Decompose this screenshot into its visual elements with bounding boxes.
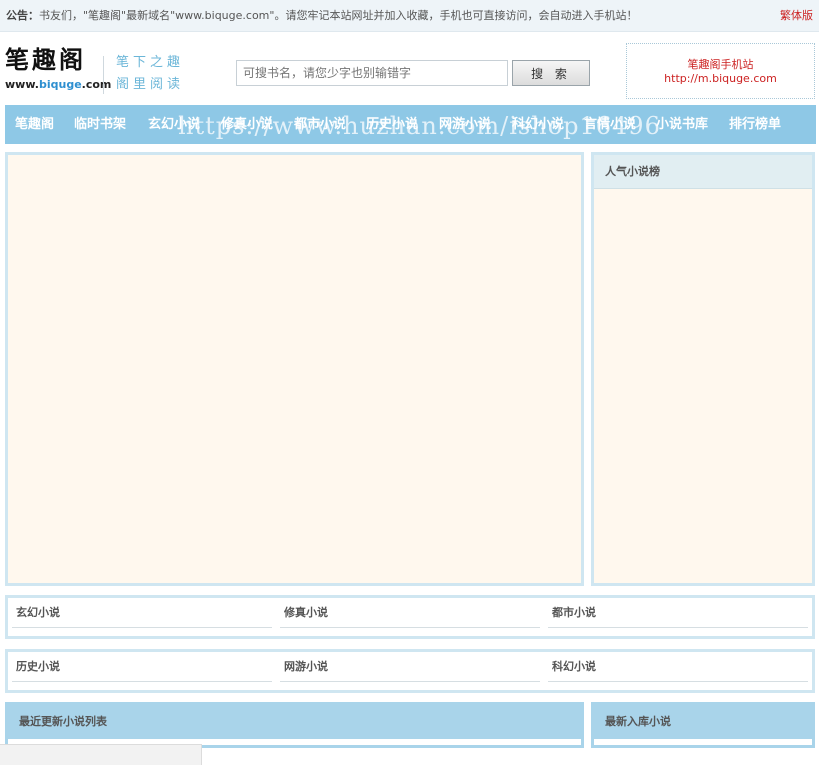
- category-xuanhuan[interactable]: 玄幻小说: [8, 598, 276, 636]
- browser-status-strip: [0, 744, 202, 765]
- recent-updates-title: 最近更新小说列表: [8, 705, 581, 739]
- mobile-site-url[interactable]: http://m.biquge.com: [627, 72, 814, 86]
- category-kehuan[interactable]: 科幻小说: [544, 652, 812, 690]
- mobile-site-title: 笔趣阁手机站: [687, 58, 754, 71]
- category-wangyou[interactable]: 网游小说: [276, 652, 544, 690]
- search-button[interactable]: 搜 索: [512, 60, 590, 86]
- nav-item-wangyou[interactable]: 网游小说: [439, 105, 491, 144]
- nav-item-yanqing[interactable]: 言情小说: [584, 105, 636, 144]
- search-input[interactable]: [236, 60, 508, 86]
- nav-item-kehuan[interactable]: 科幻小说: [512, 105, 564, 144]
- mobile-site-box[interactable]: 笔趣阁手机站 http://m.biquge.com: [626, 43, 815, 99]
- nav-item-lishi[interactable]: 历史小说: [366, 105, 418, 144]
- site-logo[interactable]: 笔趣阁 www.biquge.com: [5, 45, 112, 92]
- category-row-1: 玄幻小说 修真小说 都市小说: [5, 595, 815, 639]
- nav-item-xuanhuan[interactable]: 玄幻小说: [148, 105, 200, 144]
- category-xiuzhen[interactable]: 修真小说: [276, 598, 544, 636]
- newest-novels-title: 最新入库小说: [594, 705, 812, 739]
- category-dushi[interactable]: 都市小说: [544, 598, 812, 636]
- nav-item-xiuzhen[interactable]: 修真小说: [221, 105, 273, 144]
- site-header: 笔趣阁 www.biquge.com 笔下之趣 阁里阅读 搜 索 笔趣阁手机站 …: [0, 32, 819, 104]
- announcement-bar: 公告：书友们，"笔趣阁"最新域名"www.biquge.com"。请您牢记本站网…: [0, 0, 819, 32]
- traditional-chinese-link[interactable]: 繁体版: [780, 0, 813, 32]
- popular-novels-title: 人气小说榜: [594, 155, 812, 189]
- site-slogan: 笔下之趣 阁里阅读: [116, 55, 185, 92]
- announcement-label: 公告：: [6, 9, 39, 22]
- logo-title: 笔趣阁: [5, 45, 86, 74]
- main-nav: 笔趣阁 临时书架 玄幻小说 修真小说 都市小说 历史小说 网游小说 科幻小说 言…: [5, 105, 816, 144]
- recent-updates-panel: 最近更新小说列表: [5, 702, 584, 748]
- announcement-text: 书友们，"笔趣阁"最新域名"www.biquge.com"。请您牢记本站网址并加…: [39, 9, 638, 22]
- popular-novels-panel: 人气小说榜: [591, 152, 815, 586]
- category-lishi[interactable]: 历史小说: [8, 652, 276, 690]
- newest-novels-panel: 最新入库小说: [591, 702, 815, 748]
- main-content-panel: [5, 152, 584, 586]
- logo-domain: www.biquge.com: [5, 78, 112, 91]
- nav-item-rankings[interactable]: 排行榜单: [729, 105, 781, 144]
- logo-divider: [103, 56, 104, 94]
- nav-item-dushi[interactable]: 都市小说: [294, 105, 346, 144]
- nav-item-library[interactable]: 小说书库: [656, 105, 708, 144]
- nav-item-bookshelf[interactable]: 临时书架: [74, 105, 126, 144]
- nav-item-home[interactable]: 笔趣阁: [15, 105, 54, 144]
- category-row-2: 历史小说 网游小说 科幻小说: [5, 649, 815, 693]
